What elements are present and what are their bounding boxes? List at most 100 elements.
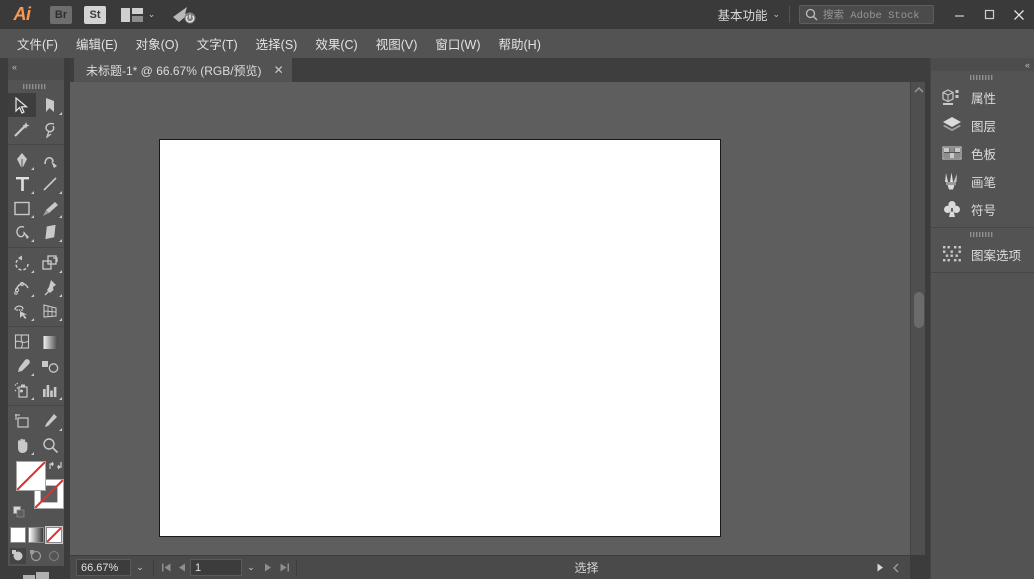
default-fill-stroke-icon[interactable] bbox=[13, 506, 26, 519]
launch-button[interactable] bbox=[164, 0, 204, 29]
next-artboard-button[interactable] bbox=[260, 559, 276, 576]
dock-item-properties[interactable]: 属性 bbox=[931, 83, 1034, 111]
dock-item-layers[interactable]: 图层 bbox=[931, 111, 1034, 139]
hand-tool[interactable] bbox=[8, 433, 36, 457]
close-icon[interactable]: ✕ bbox=[274, 64, 284, 76]
zoom-tool[interactable] bbox=[36, 433, 64, 457]
document-tab-title: 未标题-1* @ 66.67% (RGB/预览) bbox=[86, 62, 262, 79]
canvas-area[interactable] bbox=[70, 82, 910, 555]
curvature-tool[interactable] bbox=[36, 148, 64, 172]
status-expand-button[interactable] bbox=[872, 559, 888, 576]
free-transform-tool[interactable] bbox=[36, 275, 64, 299]
draw-inside-mode[interactable] bbox=[46, 548, 62, 564]
artboard-tool[interactable] bbox=[8, 409, 36, 433]
shaper-tool[interactable] bbox=[8, 220, 36, 244]
direct-selection-tool[interactable] bbox=[36, 93, 64, 117]
workspace-switcher[interactable]: 基本功能 bbox=[717, 5, 767, 24]
status-text[interactable]: 选择 bbox=[301, 559, 872, 576]
menu-effect[interactable]: 效果(C) bbox=[306, 31, 366, 56]
stock-button[interactable]: St bbox=[78, 0, 112, 29]
document-tab[interactable]: 未标题-1* @ 66.67% (RGB/预览) ✕ bbox=[74, 58, 292, 82]
menu-select[interactable]: 选择(S) bbox=[247, 31, 307, 56]
rotate-tool[interactable] bbox=[8, 251, 36, 275]
menu-window[interactable]: 窗口(W) bbox=[426, 31, 489, 56]
close-button[interactable] bbox=[1004, 4, 1034, 26]
grip-dots-icon bbox=[23, 84, 49, 89]
dock-item-swatches[interactable]: 色板 bbox=[931, 139, 1034, 167]
toolbox-grip[interactable] bbox=[8, 80, 64, 93]
eraser-tool[interactable] bbox=[36, 220, 64, 244]
symbol-sprayer-tool[interactable] bbox=[8, 378, 36, 402]
menu-help[interactable]: 帮助(H) bbox=[490, 31, 550, 56]
curvature-pen-icon bbox=[42, 152, 59, 169]
shape-builder-tool[interactable] bbox=[8, 299, 36, 323]
toolbox-collapse-icon[interactable]: « bbox=[12, 62, 17, 72]
stock-search-input[interactable]: 搜索 Adobe Stock bbox=[799, 5, 934, 24]
fill-swatch[interactable] bbox=[16, 461, 46, 491]
draw-normal-mode[interactable] bbox=[10, 548, 26, 564]
right-dock-panel: « bbox=[930, 58, 1034, 579]
divider bbox=[153, 560, 154, 576]
vertical-scrollbar[interactable] bbox=[910, 82, 925, 555]
paintbrush-tool[interactable] bbox=[36, 196, 64, 220]
menu-type[interactable]: 文字(T) bbox=[188, 31, 247, 56]
draw-behind-mode[interactable] bbox=[28, 548, 44, 564]
change-screen-mode-button[interactable] bbox=[8, 570, 64, 579]
menu-file[interactable]: 文件(F) bbox=[8, 31, 67, 56]
menu-view[interactable]: 视图(V) bbox=[367, 31, 427, 56]
scroll-up-icon[interactable] bbox=[914, 87, 924, 93]
eyedropper-tool[interactable] bbox=[8, 354, 36, 378]
color-fill-mode[interactable] bbox=[10, 527, 26, 543]
selection-tool[interactable] bbox=[8, 93, 36, 117]
line-segment-tool[interactable] bbox=[36, 172, 64, 196]
gradient-tool[interactable] bbox=[36, 330, 64, 354]
menu-object[interactable]: 对象(O) bbox=[127, 31, 188, 56]
dock-grip[interactable] bbox=[931, 71, 1034, 83]
chevron-down-icon: ⌄ bbox=[148, 9, 156, 20]
none-fill-mode[interactable] bbox=[46, 527, 62, 543]
perspective-grid-tool[interactable] bbox=[36, 299, 64, 323]
magic-wand-tool[interactable] bbox=[8, 117, 36, 141]
next-artboard-icon bbox=[264, 563, 272, 572]
pen-tool[interactable] bbox=[8, 148, 36, 172]
first-artboard-button[interactable] bbox=[158, 559, 174, 576]
mesh-tool[interactable] bbox=[8, 330, 36, 354]
scale-tool[interactable] bbox=[36, 251, 64, 275]
minimize-button[interactable] bbox=[944, 4, 974, 26]
zoom-magnifier-icon bbox=[42, 437, 59, 454]
swap-fill-stroke-icon[interactable] bbox=[49, 459, 62, 472]
dock-item-symbols[interactable]: 符号 bbox=[931, 195, 1034, 223]
symbol-sprayer-icon bbox=[14, 382, 31, 399]
status-resize-handle[interactable] bbox=[888, 559, 904, 576]
bridge-button[interactable]: Br bbox=[44, 0, 78, 29]
gradient-fill-mode[interactable] bbox=[28, 527, 44, 543]
artboard-number-input[interactable]: 1 bbox=[190, 559, 242, 576]
dock-item-brushes[interactable]: 画笔 bbox=[931, 167, 1034, 195]
previous-artboard-button[interactable] bbox=[174, 559, 190, 576]
dock-collapse-icon[interactable]: « bbox=[1025, 60, 1030, 70]
shape-builder-icon bbox=[13, 303, 31, 319]
rectangle-tool[interactable] bbox=[8, 196, 36, 220]
tool-flyout-indicator bbox=[31, 270, 34, 273]
width-tool[interactable] bbox=[8, 275, 36, 299]
tool-flyout-indicator bbox=[31, 294, 34, 297]
vertical-scrollbar-thumb[interactable] bbox=[914, 292, 924, 328]
type-tool[interactable] bbox=[8, 172, 36, 196]
column-graph-tool[interactable] bbox=[36, 378, 64, 402]
zoom-dropdown-chevron-icon[interactable]: ⌄ bbox=[131, 559, 149, 576]
arrange-documents-button[interactable]: ⌄ bbox=[112, 0, 164, 29]
first-artboard-icon bbox=[162, 563, 171, 572]
dock-item-pattern-options[interactable]: 图案选项 bbox=[931, 240, 1034, 268]
last-artboard-button[interactable] bbox=[276, 559, 292, 576]
maximize-button[interactable] bbox=[974, 4, 1004, 26]
tool-flyout-indicator bbox=[31, 215, 34, 218]
zoom-level-input[interactable]: 66.67% bbox=[76, 559, 131, 576]
menu-edit[interactable]: 编辑(E) bbox=[67, 31, 127, 56]
blend-tool[interactable] bbox=[36, 354, 64, 378]
artboard-dropdown-chevron-icon[interactable]: ⌄ bbox=[242, 559, 260, 576]
workspace-chevron-down-icon[interactable]: ⌄ bbox=[772, 9, 780, 20]
dock-grip[interactable] bbox=[931, 228, 1034, 240]
slice-tool[interactable] bbox=[36, 409, 64, 433]
lasso-tool[interactable] bbox=[36, 117, 64, 141]
artboard[interactable] bbox=[159, 139, 721, 537]
